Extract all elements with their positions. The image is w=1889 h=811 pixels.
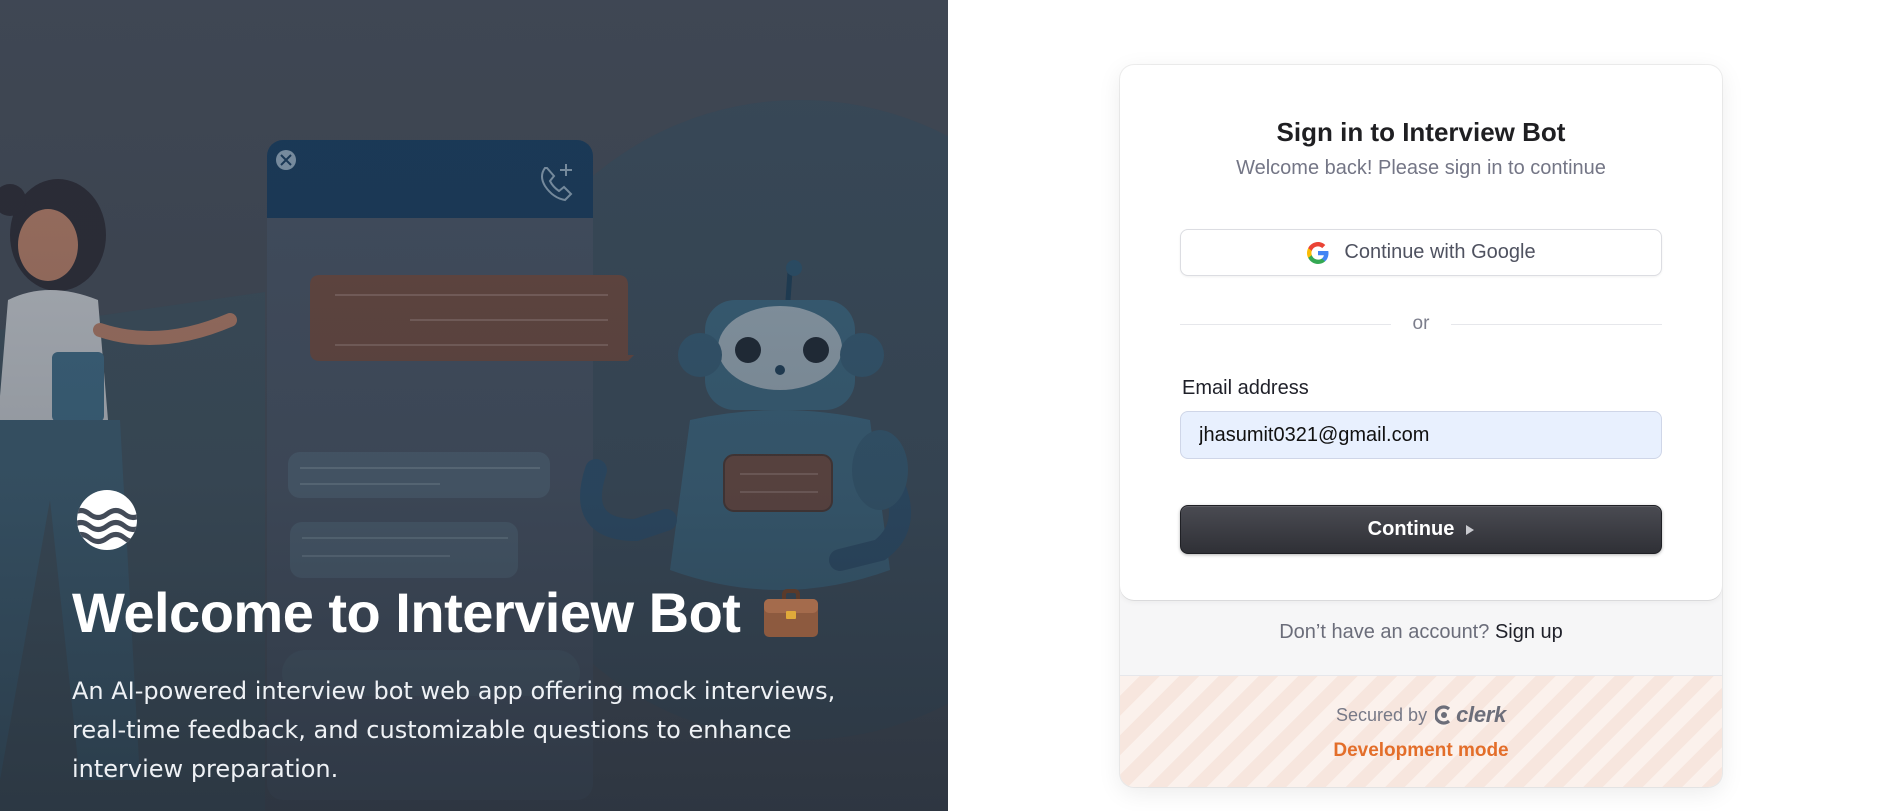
continue-button[interactable]: Continue xyxy=(1180,505,1662,554)
signin-card: Sign in to Interview Bot Welcome back! P… xyxy=(1120,65,1722,787)
divider-line-right xyxy=(1451,323,1662,325)
no-account-text: Don’t have an account? xyxy=(1279,621,1490,643)
development-mode-badge: Development mode xyxy=(1333,740,1509,761)
continue-button-label: Continue xyxy=(1367,518,1455,540)
hero-title-text: Welcome to Interview Bot xyxy=(72,581,741,644)
secured-by-text: Secured by xyxy=(1336,704,1428,725)
signup-prompt: Don’t have an account? Sign up xyxy=(1120,621,1722,644)
waves-logo-icon xyxy=(77,490,137,550)
hero-title: Welcome to Interview Bot xyxy=(72,580,932,645)
signin-subtitle: Welcome back! Please sign in to continue xyxy=(1236,157,1606,179)
clerk-wordmark: clerk xyxy=(1456,702,1506,727)
clerk-icon xyxy=(1435,705,1451,725)
google-icon xyxy=(1307,241,1329,264)
divider-line-left xyxy=(1180,323,1391,325)
signin-form-panel: Sign in to Interview Bot Welcome back! P… xyxy=(1120,65,1722,600)
play-arrow-icon xyxy=(1466,525,1475,535)
email-label: Email address xyxy=(1182,377,1309,399)
hero-panel: Welcome to Interview Bot An AI-powered i… xyxy=(0,0,948,811)
or-divider: or xyxy=(1180,312,1662,336)
clerk-footer: Secured by clerk Development mode xyxy=(1120,675,1722,787)
secured-by-row: Secured by clerk xyxy=(1120,702,1722,728)
briefcase-icon xyxy=(764,588,819,637)
continue-with-google-button[interactable]: Continue with Google xyxy=(1180,229,1662,276)
sign-up-link[interactable]: Sign up xyxy=(1495,621,1563,643)
hero-description: An AI-powered interview bot web app offe… xyxy=(72,677,836,783)
email-field[interactable] xyxy=(1180,411,1662,459)
divider-or-text: or xyxy=(1412,313,1430,334)
continue-with-google-label: Continue with Google xyxy=(1344,241,1536,263)
signin-title: Sign in to Interview Bot xyxy=(1276,117,1566,147)
clerk-logo[interactable]: clerk xyxy=(1435,702,1506,728)
